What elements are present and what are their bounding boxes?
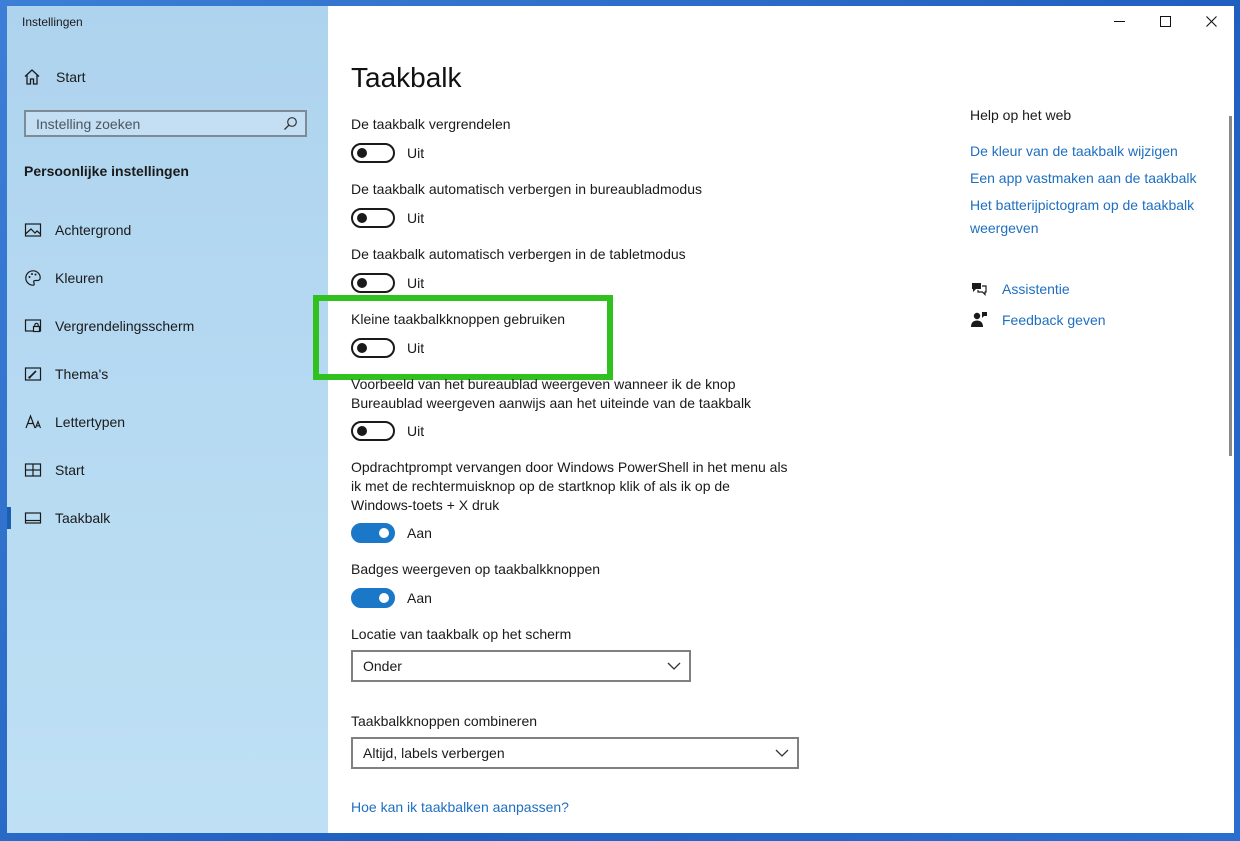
close-icon bbox=[1205, 15, 1217, 27]
toggle-lock-taskbar[interactable]: Uit bbox=[351, 143, 424, 163]
help-link-battery-icon[interactable]: Het batterijpictogram op de taakbalk wee… bbox=[970, 194, 1194, 240]
taskbar-icon bbox=[24, 512, 42, 524]
setting-label: De taakbalk vergrendelen bbox=[351, 116, 511, 132]
toggle-state: Aan bbox=[407, 590, 432, 606]
sidebar-item-lettertypen[interactable]: Lettertypen bbox=[7, 402, 328, 442]
combine-label: Taakbalkknoppen combineren bbox=[351, 713, 538, 729]
toggle-autohide-desktop[interactable]: Uit bbox=[351, 208, 424, 228]
image-icon bbox=[24, 223, 42, 237]
vertical-scrollbar[interactable] bbox=[1229, 116, 1232, 456]
sidebar-item-label: Start bbox=[55, 462, 85, 478]
sidebar-item-label: Achtergrond bbox=[55, 222, 132, 238]
toggle-state: Aan bbox=[407, 525, 432, 541]
sidebar-item-label: Vergrendelingsscherm bbox=[55, 318, 195, 334]
toggle-powershell[interactable]: Aan bbox=[351, 523, 432, 543]
customize-taskbar-link[interactable]: Hoe kan ik taakbalken aanpassen? bbox=[351, 796, 569, 819]
combine-select[interactable]: Altijd, labels verbergen bbox=[351, 737, 799, 769]
chevron-down-icon bbox=[667, 662, 681, 670]
close-button[interactable] bbox=[1188, 6, 1234, 36]
search-input[interactable] bbox=[26, 112, 276, 135]
location-label: Locatie van taakbalk op het scherm bbox=[351, 626, 572, 642]
toggle-peek-desktop[interactable]: Uit bbox=[351, 421, 424, 441]
setting-label: Opdrachtprompt vervangen door Windows Po… bbox=[351, 458, 788, 515]
feedback-person-icon bbox=[971, 312, 987, 327]
sidebar-item-achtergrond[interactable]: Achtergrond bbox=[7, 210, 328, 250]
setting-label-line: Bureaublad weergeven aanwijs aan het uit… bbox=[351, 395, 752, 411]
start-tiles-icon bbox=[24, 463, 42, 477]
section-title: Persoonlijke instellingen bbox=[24, 163, 189, 179]
sidebar-item-taakbalk[interactable]: Taakbalk bbox=[7, 498, 328, 538]
sidebar-item-label: Taakbalk bbox=[55, 510, 111, 526]
setting-label-line: Voorbeeld van het bureaublad weergeven w… bbox=[351, 376, 736, 392]
help-link-taskbar-color[interactable]: De kleur van de taakbalk wijzigen bbox=[970, 140, 1178, 163]
feedback-button[interactable]: Feedback geven bbox=[970, 311, 1106, 329]
home-label: Start bbox=[56, 69, 86, 85]
page-title: Taakbalk bbox=[351, 62, 462, 93]
chat-help-icon bbox=[972, 283, 987, 296]
app-title: Instellingen bbox=[22, 15, 83, 29]
toggle-state: Uit bbox=[407, 210, 425, 226]
sidebar-item-label: Thema's bbox=[55, 366, 109, 382]
search-icon[interactable] bbox=[283, 116, 298, 131]
toggle-switch[interactable] bbox=[351, 273, 395, 293]
help-link-pin-app[interactable]: Een app vastmaken aan de taakbalk bbox=[970, 167, 1197, 190]
setting-label: Voorbeeld van het bureaublad weergeven w… bbox=[351, 375, 751, 413]
help-link-line: weergeven bbox=[970, 220, 1039, 236]
brush-icon bbox=[24, 367, 42, 381]
chevron-down-icon bbox=[775, 749, 789, 757]
toggle-state: Uit bbox=[407, 423, 425, 439]
palette-icon bbox=[25, 270, 41, 286]
setting-label-line: Windows-toets + X druk bbox=[351, 497, 500, 513]
assist-button[interactable]: Assistentie bbox=[970, 280, 1070, 298]
setting-label-line: ik met de rechtermuisknop op de startkno… bbox=[351, 478, 730, 494]
settings-window: Instellingen Start Persoonlijke instelli… bbox=[7, 6, 1234, 833]
location-select[interactable]: Onder bbox=[351, 650, 691, 682]
font-icon bbox=[25, 414, 42, 429]
toggle-switch[interactable] bbox=[351, 588, 395, 608]
combine-value: Altijd, labels verbergen bbox=[363, 745, 505, 761]
toggle-autohide-tablet[interactable]: Uit bbox=[351, 273, 424, 293]
sidebar-item-start[interactable]: Start bbox=[7, 450, 328, 490]
setting-label-line: Opdrachtprompt vervangen door Windows Po… bbox=[351, 459, 788, 475]
home-button[interactable]: Start bbox=[23, 68, 86, 86]
setting-label: De taakbalk automatisch verbergen in bur… bbox=[351, 181, 702, 197]
sidebar-item-label: Kleuren bbox=[55, 270, 104, 286]
toggle-switch[interactable] bbox=[351, 208, 395, 228]
sidebar-item-label: Lettertypen bbox=[55, 414, 126, 430]
toggle-switch[interactable] bbox=[351, 523, 395, 543]
lock-screen-icon bbox=[24, 319, 42, 333]
setting-label: De taakbalk automatisch verbergen in de … bbox=[351, 246, 686, 262]
assist-label: Assistentie bbox=[1002, 281, 1070, 297]
home-icon bbox=[24, 69, 40, 85]
minimize-icon bbox=[1113, 20, 1125, 22]
setting-label: Badges weergeven op taakbalkknoppen bbox=[351, 561, 601, 577]
sidebar-item-vergrendelingsscherm[interactable]: Vergrendelingsscherm bbox=[7, 306, 328, 346]
highlight-box bbox=[313, 295, 613, 380]
toggle-state: Uit bbox=[407, 145, 425, 161]
minimize-button[interactable] bbox=[1096, 6, 1142, 36]
toggle-switch[interactable] bbox=[351, 421, 395, 441]
location-value: Onder bbox=[363, 658, 402, 674]
maximize-icon bbox=[1159, 15, 1171, 27]
toggle-badges[interactable]: Aan bbox=[351, 588, 432, 608]
sidebar-item-themas[interactable]: Thema's bbox=[7, 354, 328, 394]
sidebar: Instellingen Start Persoonlijke instelli… bbox=[7, 6, 328, 833]
help-title: Help op het web bbox=[970, 107, 1072, 123]
search-box[interactable] bbox=[24, 110, 307, 137]
toggle-switch[interactable] bbox=[351, 143, 395, 163]
feedback-label: Feedback geven bbox=[1002, 312, 1106, 328]
help-link-line: Het batterijpictogram op de taakbalk bbox=[970, 197, 1195, 213]
maximize-button[interactable] bbox=[1142, 6, 1188, 36]
window-controls bbox=[1096, 6, 1234, 36]
sidebar-item-kleuren[interactable]: Kleuren bbox=[7, 258, 328, 298]
toggle-state: Uit bbox=[407, 275, 425, 291]
